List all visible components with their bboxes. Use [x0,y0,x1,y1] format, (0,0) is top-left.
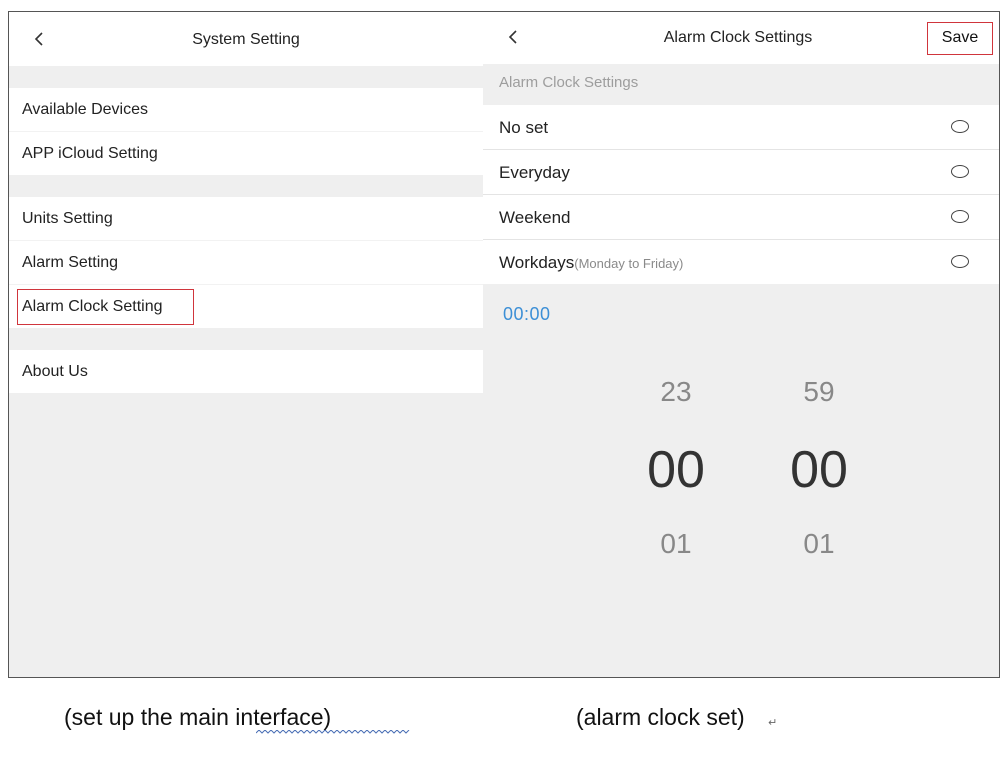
save-button[interactable]: Save [927,22,993,55]
radio-button-icon[interactable] [951,120,969,133]
screenshot-frame: System Setting Available Devices APP iCl… [8,11,1000,678]
radio-button-icon[interactable] [951,210,969,223]
minute-next-value[interactable]: 01 [769,528,869,560]
radio-button-icon[interactable] [951,255,969,268]
option-label: Weekend [499,208,571,227]
option-sublabel: (Monday to Friday) [574,256,684,271]
system-setting-header: System Setting [9,12,483,66]
alarm-clock-header: Alarm Clock Settings Save [483,12,999,64]
option-label: No set [499,118,549,137]
hour-prev-value[interactable]: 23 [626,376,726,408]
option-no-set[interactable]: No set [483,105,999,149]
right-caption: (alarm clock set) [576,704,745,730]
hour-next-value[interactable]: 01 [626,528,726,560]
minute-prev-value[interactable]: 59 [769,376,869,408]
available-devices-item[interactable]: Available Devices [9,88,483,131]
icloud-setting-item[interactable]: APP iCloud Setting [9,132,483,175]
section-label: Alarm Clock Settings [499,74,639,91]
hour-current-value[interactable]: 00 [626,440,726,500]
option-label: Everyday [499,163,570,182]
left-caption: (set up the main interface) [64,704,332,730]
page-title: System Setting [192,31,300,48]
minute-picker[interactable]: 59 00 01 [769,372,869,572]
paragraph-return-icon: ↵ [768,717,778,729]
alarm-clock-setting-highlight [17,289,194,325]
units-setting-item[interactable]: Units Setting [9,197,483,240]
system-setting-screen: System Setting Available Devices APP iCl… [9,12,483,677]
option-weekend[interactable]: Weekend [483,195,999,239]
page-title: Alarm Clock Settings [663,29,813,46]
time-readout: 00:00 [503,304,551,324]
radio-button-icon[interactable] [951,165,969,178]
back-arrow-icon[interactable] [503,27,523,47]
option-workdays[interactable]: Workdays(Monday to Friday) [483,240,999,284]
hour-picker[interactable]: 23 00 01 [626,372,726,572]
spellcheck-underline [256,730,410,734]
back-arrow-icon[interactable] [29,29,49,49]
alarm-setting-item[interactable]: Alarm Setting [9,241,483,284]
about-us-item[interactable]: About Us [9,350,483,393]
option-everyday[interactable]: Everyday [483,150,999,194]
option-label: Workdays [499,253,575,272]
minute-current-value[interactable]: 00 [769,440,869,500]
alarm-clock-settings-screen: Alarm Clock Settings Save Alarm Clock Se… [483,12,999,677]
